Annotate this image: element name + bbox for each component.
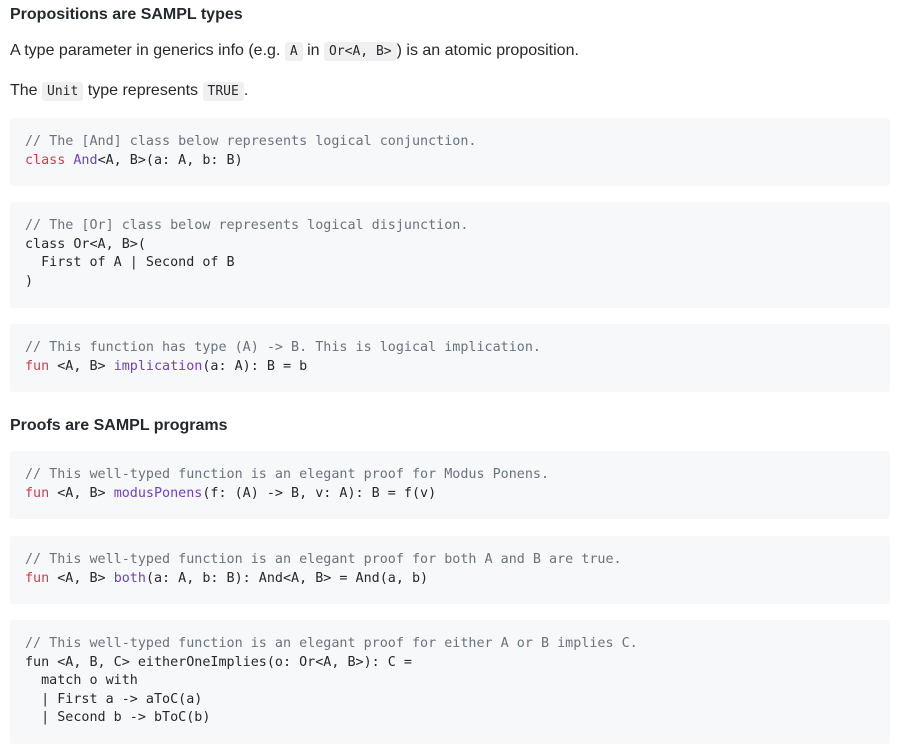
- code-line: match o with: [25, 673, 138, 688]
- code-comment: // This well-typed function is an elegan…: [25, 467, 550, 482]
- code-keyword: fun: [25, 485, 50, 501]
- code-generics: <A, B>: [49, 570, 114, 586]
- code-function-name: modusPonens: [113, 485, 203, 501]
- paragraph-atomic-proposition: A type parameter in generics info (e.g. …: [10, 40, 579, 63]
- code-comment: // The [Or] class below represents logic…: [25, 218, 469, 233]
- text: ) is an atomic proposition.: [396, 42, 579, 59]
- code-keyword: fun: [25, 570, 50, 586]
- code-line: ): [25, 273, 34, 289]
- code-block-or: // The [Or] class below represents logic…: [10, 202, 890, 308]
- inline-code: Unit: [42, 82, 84, 101]
- code-keyword: class: [25, 152, 66, 168]
- code-line: | First a -> aToC(a): [25, 691, 203, 707]
- code-line: | Second b -> bToC(b): [25, 710, 211, 725]
- heading-proofs: Proofs are SAMPL programs: [10, 417, 228, 434]
- code-block-implication: // This function has type (A) -> B. This…: [10, 324, 890, 392]
- text: A type parameter in generics info (e.g.: [10, 42, 285, 59]
- code-comment: // This well-typed function is an elegan…: [25, 552, 622, 567]
- paragraph-unit-true: The Unit type represents TRUE.: [10, 80, 248, 103]
- code-line: fun <A, B, C> eitherOneImplies(o: Or<A, …: [25, 654, 412, 670]
- inline-code: TRUE: [202, 82, 244, 101]
- code-line: class Or<A, B>(: [25, 236, 146, 252]
- inline-code: Or<A, B>: [323, 42, 397, 61]
- code-block-modus-ponens: // This well-typed function is an elegan…: [10, 451, 890, 519]
- code-line: First of A | Second of B: [25, 255, 235, 270]
- code-rest: (a: A): B = b: [202, 358, 308, 374]
- code-rest: (a: A, b: B): And<A, B> = And(a, b): [145, 570, 429, 586]
- code-rest: <A, B>(a: A, b: B): [97, 152, 243, 168]
- text: .: [243, 82, 249, 99]
- text: type represents: [83, 82, 203, 99]
- inline-code: A: [284, 42, 303, 61]
- code-comment: // The [And] class below represents logi…: [25, 134, 477, 149]
- code-class-name: And: [73, 152, 98, 168]
- text: in: [302, 42, 324, 59]
- code-generics: <A, B>: [49, 358, 114, 374]
- code-block-and: // The [And] class below represents logi…: [10, 118, 890, 186]
- heading-propositions: Propositions are SAMPL types: [10, 6, 243, 23]
- code-function-name: implication: [113, 358, 203, 374]
- code-generics: <A, B>: [49, 485, 114, 501]
- code-function-name: both: [113, 570, 146, 586]
- code-block-both: // This well-typed function is an elegan…: [10, 536, 890, 604]
- code-comment: // This well-typed function is an elegan…: [25, 636, 638, 651]
- code-rest: (f: (A) -> B, v: A): B = f(v): [202, 485, 437, 501]
- code-comment: // This function has type (A) -> B. This…: [25, 340, 541, 355]
- text: The: [10, 82, 43, 99]
- code-keyword: fun: [25, 358, 50, 374]
- code-block-either-implies: // This well-typed function is an elegan…: [10, 620, 890, 744]
